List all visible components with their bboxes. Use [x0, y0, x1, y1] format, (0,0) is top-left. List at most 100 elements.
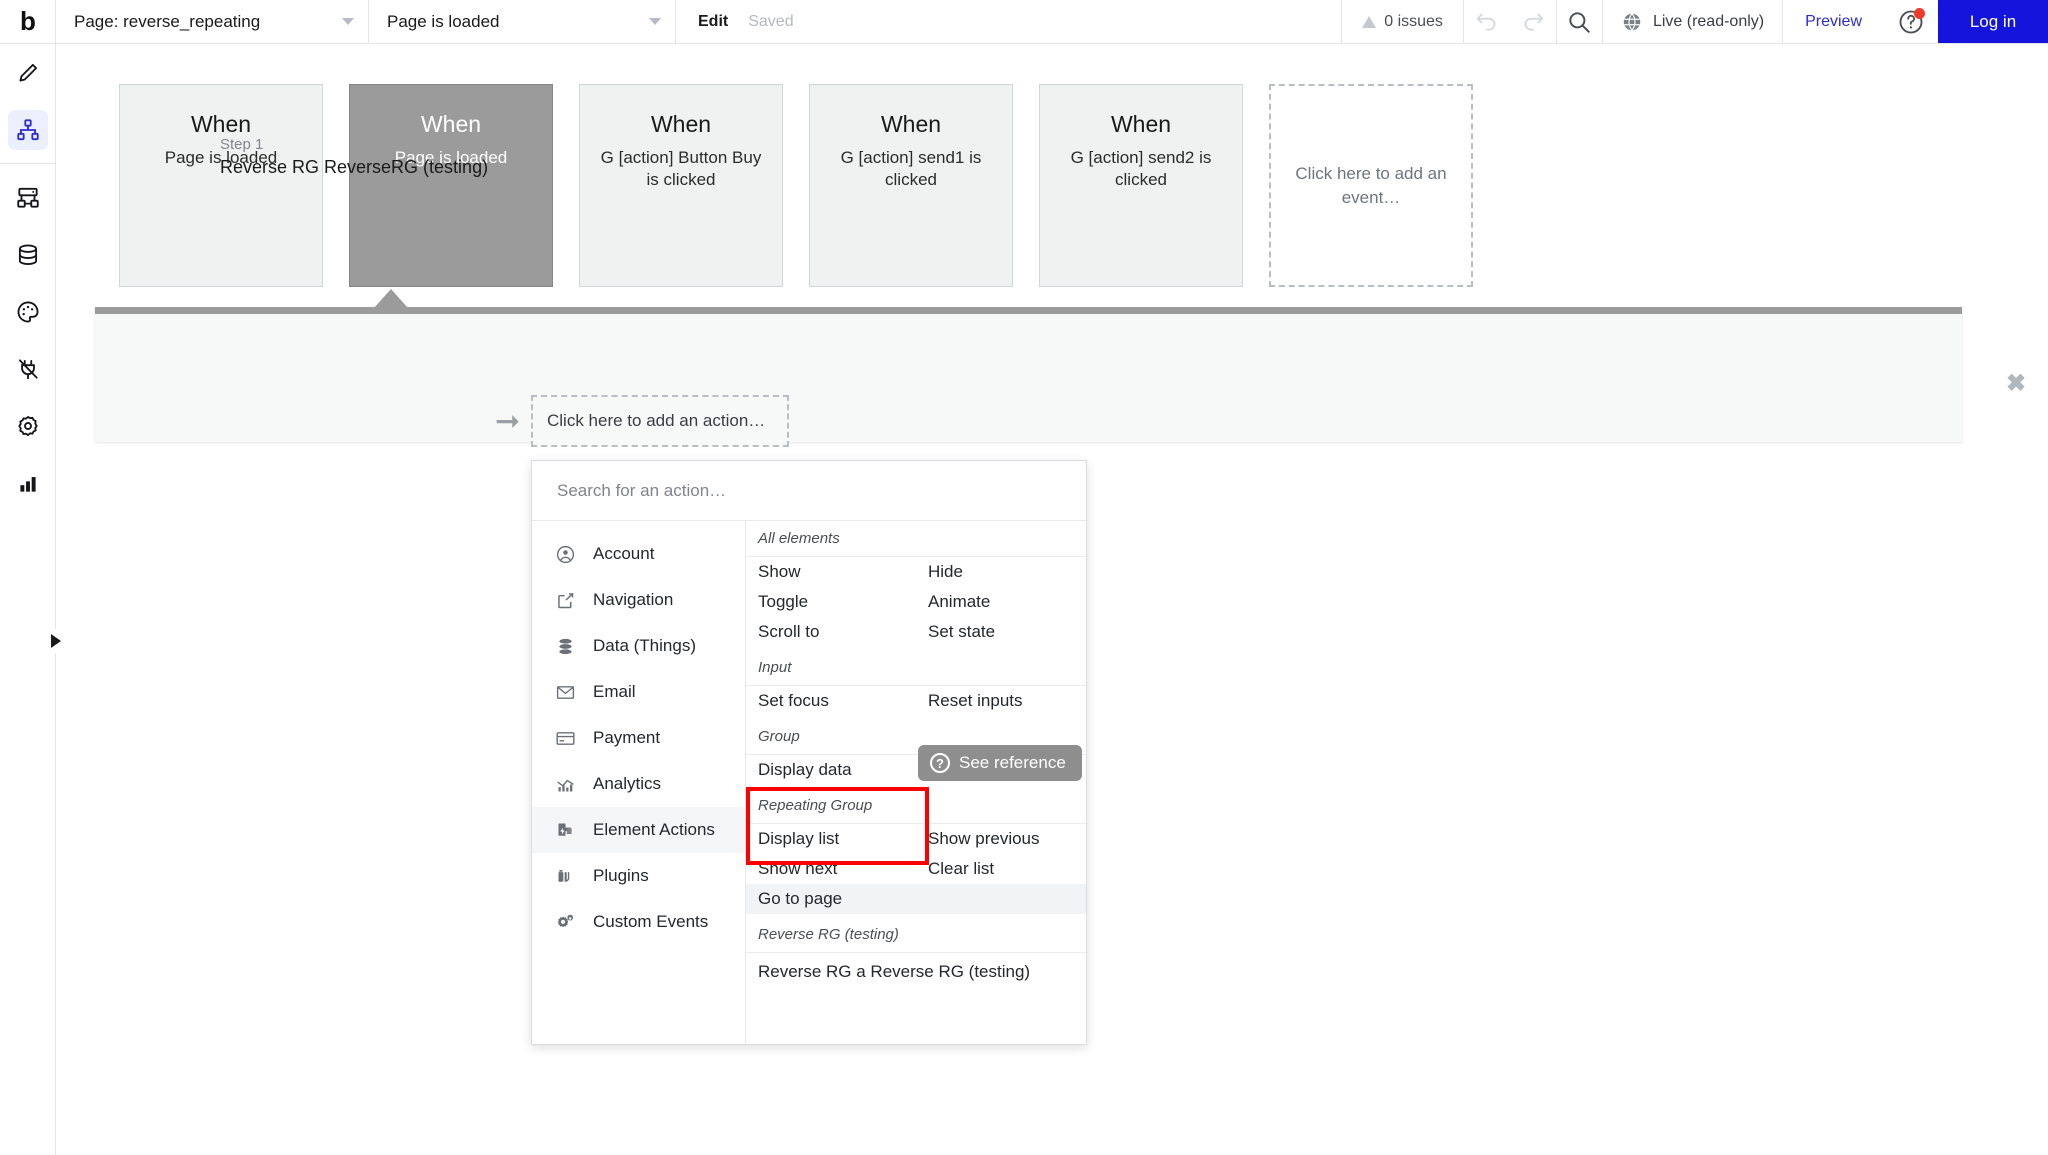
redo-icon	[1520, 9, 1546, 35]
event-card-selected[interactable]: When Page is loaded	[349, 84, 553, 287]
action-item[interactable]: Clear list	[916, 854, 1086, 884]
action-item[interactable]: Reset inputs	[916, 686, 1086, 716]
sidebar-item-api[interactable]	[0, 169, 56, 226]
event-selector-label: Page is loaded	[387, 12, 499, 32]
step-number-label: Step 1	[220, 136, 488, 153]
category-label: Account	[593, 544, 654, 564]
action-search-field[interactable]: Search for an action…	[532, 461, 1086, 521]
category-navigation[interactable]: Navigation	[532, 577, 745, 623]
category-label: Email	[593, 682, 636, 702]
undo-button[interactable]	[1464, 0, 1510, 43]
event-when-label: When	[1111, 111, 1171, 138]
plugins-icon	[554, 865, 576, 887]
category-label: Navigation	[593, 590, 673, 610]
event-card[interactable]: When G [action] Button Buy is clicked	[579, 84, 783, 287]
sidebar-item-design[interactable]	[0, 44, 56, 101]
close-icon[interactable]: ✖	[2006, 372, 2026, 396]
add-action-placeholder[interactable]: Click here to add an action…	[531, 395, 789, 447]
event-selector[interactable]: Page is loaded	[369, 0, 676, 43]
action-item[interactable]: Animate	[916, 587, 1086, 617]
category-label: Plugins	[593, 866, 649, 886]
sidebar-item-plugins[interactable]	[0, 340, 56, 397]
step-title-label: Reverse RG ReverseRG (testing)	[220, 157, 488, 178]
search-button[interactable]	[1557, 0, 1603, 43]
action-item[interactable]: Hide	[916, 557, 1086, 587]
add-action-label: Click here to add an action…	[547, 411, 765, 431]
bubble-logo[interactable]: b	[0, 0, 56, 43]
event-description: G [action] send1 is clicked	[826, 147, 996, 192]
category-plugins[interactable]: Plugins	[532, 853, 745, 899]
action-group-title: Reverse RG (testing)	[746, 917, 1086, 953]
top-toolbar: b Page: reverse_repeating Page is loaded…	[0, 0, 2048, 44]
edit-mode-label[interactable]: Edit	[698, 13, 728, 31]
action-item-highlighted[interactable]: Go to page	[746, 884, 1086, 914]
action-item[interactable]: Reverse RG a Reverse RG (testing)	[746, 953, 1030, 983]
search-icon	[1566, 9, 1592, 35]
action-item[interactable]: Show previous	[916, 824, 1086, 854]
action-item[interactable]: Display data	[746, 755, 916, 785]
undo-icon	[1474, 9, 1500, 35]
sidebar-divider	[0, 163, 55, 164]
event-card[interactable]: When G [action] send2 is clicked	[1039, 84, 1243, 287]
action-search-placeholder: Search for an action…	[557, 481, 726, 501]
action-item[interactable]: Set focus	[746, 686, 916, 716]
page-selector[interactable]: Page: reverse_repeating	[56, 0, 369, 43]
see-reference-tooltip[interactable]: ? See reference	[918, 745, 1082, 781]
category-custom-events[interactable]: Custom Events	[532, 899, 745, 945]
workflow-step[interactable]: Step 1 Reverse RG ReverseRG (testing)	[220, 136, 488, 178]
analytics-chart-icon	[554, 773, 576, 795]
warning-triangle-icon	[1362, 16, 1376, 28]
action-item[interactable]: Toggle	[746, 587, 916, 617]
bubble-logo-icon: b	[20, 8, 35, 34]
highlight-annotation-box	[746, 787, 929, 865]
workflow-detail-panel	[95, 307, 1962, 442]
category-label: Data (Things)	[593, 636, 696, 656]
login-button[interactable]: Log in	[1938, 0, 2048, 43]
help-button[interactable]	[1884, 0, 1938, 43]
arrow-right-icon: ➞	[495, 407, 520, 437]
redo-button[interactable]	[1510, 0, 1556, 43]
category-label: Element Actions	[593, 820, 715, 840]
version-selector[interactable]: Live (read-only)	[1603, 0, 1783, 43]
event-card[interactable]: When Page is loaded	[119, 84, 323, 287]
category-data-things[interactable]: Data (Things)	[532, 623, 745, 669]
sidebar-expand-button[interactable]	[44, 629, 68, 653]
help-notification-dot	[1914, 8, 1925, 19]
pencil-icon	[15, 60, 41, 86]
issues-indicator[interactable]: 0 issues	[1342, 0, 1464, 43]
help-question-icon: ?	[930, 753, 950, 773]
database-icon	[15, 242, 41, 268]
sidebar-item-data[interactable]	[0, 226, 56, 283]
event-card[interactable]: When G [action] send1 is clicked	[809, 84, 1013, 287]
chevron-down-icon	[342, 18, 354, 25]
version-label: Live (read-only)	[1653, 13, 1764, 31]
category-payment[interactable]: Payment	[532, 715, 745, 761]
category-element-actions[interactable]: Element Actions	[532, 807, 745, 853]
bar-chart-icon	[15, 470, 41, 496]
navigation-share-icon	[554, 589, 576, 611]
event-when-label: When	[421, 111, 481, 138]
action-item[interactable]: Scroll to	[746, 617, 916, 647]
action-group-items: Show Hide Toggle Animate Scroll to Set s…	[746, 557, 1086, 650]
envelope-icon	[554, 681, 576, 703]
undo-redo-group	[1464, 0, 1557, 43]
event-when-label: When	[881, 111, 941, 138]
event-when-label: When	[191, 111, 251, 138]
sidebar-item-settings[interactable]	[0, 397, 56, 454]
add-event-placeholder[interactable]: Click here to add an event…	[1269, 84, 1473, 287]
action-item[interactable]: Show	[746, 557, 916, 587]
chevron-down-icon	[649, 18, 661, 25]
workflow-canvas: When Page is loaded When Page is loaded …	[57, 44, 2048, 1155]
login-label: Log in	[1970, 12, 2016, 32]
category-email[interactable]: Email	[532, 669, 745, 715]
sidebar-item-styles[interactable]	[0, 283, 56, 340]
category-label: Analytics	[593, 774, 661, 794]
action-item[interactable]: Set state	[916, 617, 1086, 647]
category-analytics[interactable]: Analytics	[532, 761, 745, 807]
dropdown-body: Account Navigation	[532, 521, 1086, 1044]
preview-label: Preview	[1805, 13, 1862, 31]
category-account[interactable]: Account	[532, 531, 745, 577]
preview-button[interactable]: Preview	[1783, 0, 1884, 43]
sidebar-item-logs[interactable]	[0, 454, 56, 511]
sidebar-item-workflow[interactable]	[0, 101, 56, 158]
